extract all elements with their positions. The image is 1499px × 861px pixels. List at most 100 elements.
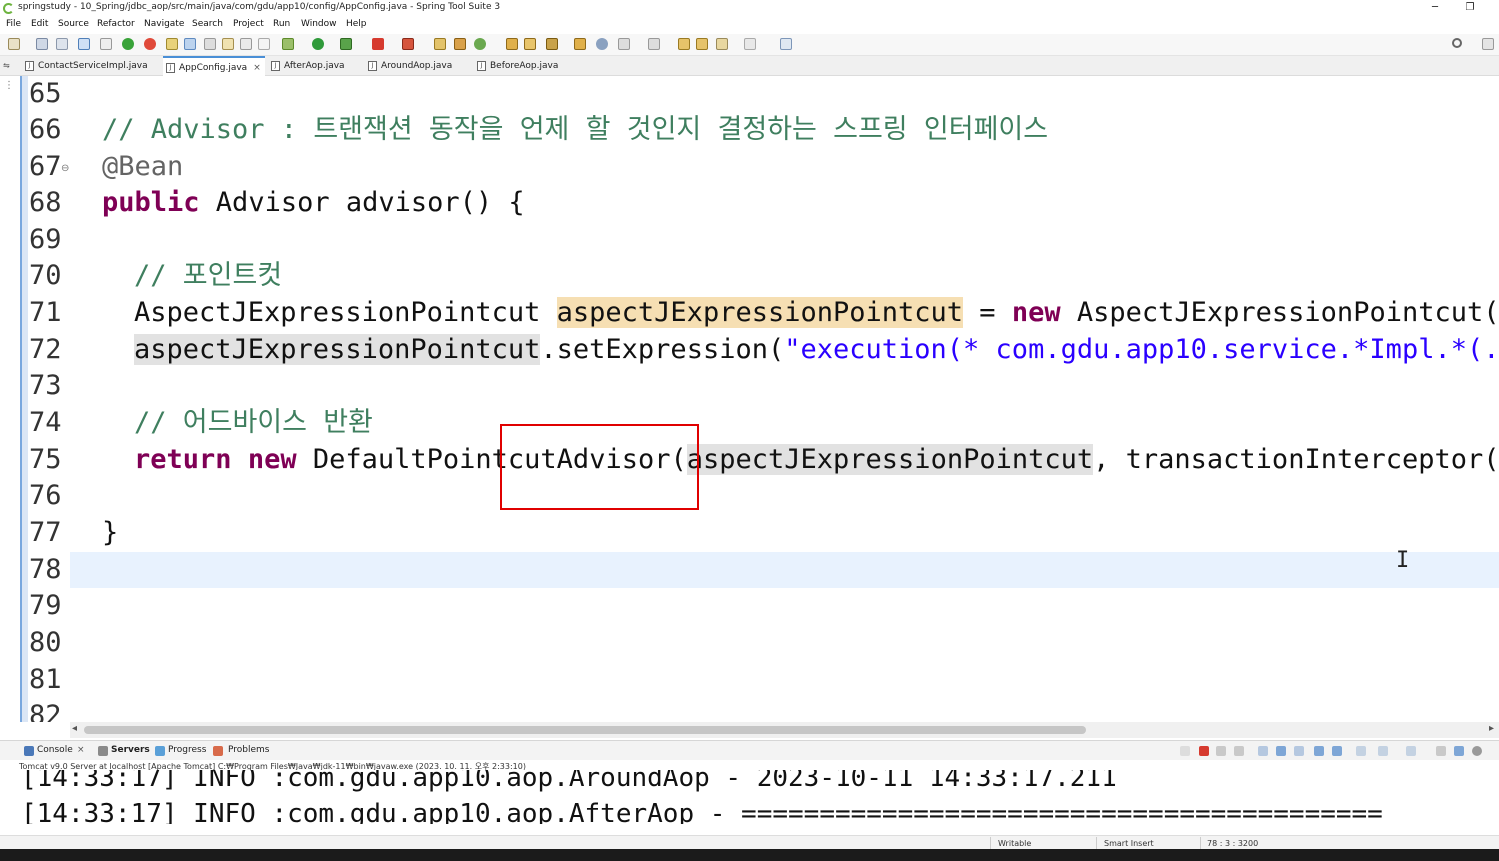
code-line-74: // 어드바이스 반환	[134, 407, 373, 438]
task-icon[interactable]	[222, 38, 234, 50]
open-console-icon[interactable]	[1406, 746, 1416, 756]
deploy-icon[interactable]	[402, 38, 414, 50]
console-output[interactable]: [14:33:17] INFO :com.gdu.app10.aop.Aroun…	[0, 770, 1499, 824]
tab-label: BeforeAop.java	[490, 61, 559, 71]
scrollbar-thumb[interactable]	[84, 726, 1086, 734]
line-number: 70	[29, 260, 62, 291]
new-icon[interactable]	[8, 38, 20, 50]
menu-edit[interactable]: Edit	[31, 19, 48, 29]
tab-contactserviceimpl[interactable]: J ContactServiceImpl.java	[22, 56, 162, 76]
open-resource-icon[interactable]	[574, 38, 586, 50]
view-menu-icon[interactable]: ⇋	[3, 61, 10, 70]
menu-navigate[interactable]: Navigate	[144, 19, 184, 29]
menu-help[interactable]: Help	[346, 19, 367, 29]
fold-collapse-icon[interactable]: ⊖	[61, 163, 69, 174]
back-icon[interactable]	[716, 38, 728, 50]
new-class-icon[interactable]	[474, 38, 486, 50]
tab-console[interactable]: Console	[37, 745, 73, 755]
restore-button[interactable]: ❐	[1455, 0, 1485, 17]
close-tab-icon[interactable]: ×	[253, 63, 261, 73]
remove-launch-icon[interactable]	[1216, 746, 1226, 756]
pilcrow-icon[interactable]	[258, 38, 270, 50]
block-select-icon[interactable]	[240, 38, 252, 50]
pin-console-icon[interactable]	[1356, 746, 1366, 756]
java-file-icon: J	[271, 61, 280, 71]
tab-aroundaop[interactable]: J AroundAop.java	[365, 56, 470, 76]
perspective-icon[interactable]	[1482, 38, 1494, 50]
keyword-token: public	[102, 187, 200, 218]
word-wrap-icon[interactable]	[1294, 746, 1304, 756]
scroll-lock-icon[interactable]	[1276, 746, 1286, 756]
prev-annotation-icon[interactable]	[648, 38, 660, 50]
clear-console-icon[interactable]	[1258, 746, 1268, 756]
show-stdout-icon[interactable]	[1314, 746, 1324, 756]
close-console-icon[interactable]: ×	[77, 745, 85, 755]
link-console-icon[interactable]	[1180, 746, 1190, 756]
open-type-icon[interactable]	[166, 38, 178, 50]
run-external-icon[interactable]	[340, 38, 352, 50]
terminal-icon[interactable]	[78, 38, 90, 50]
toggle-mark-icon[interactable]	[184, 38, 196, 50]
save-all-icon[interactable]	[56, 38, 68, 50]
stop-icon[interactable]	[372, 38, 384, 50]
current-line-highlight	[70, 552, 1499, 588]
menu-search[interactable]: Search	[192, 19, 223, 29]
line-number: 77	[29, 517, 62, 548]
line-number: 69	[29, 224, 62, 255]
run-icon[interactable]	[312, 38, 324, 50]
search-icon[interactable]	[1452, 38, 1462, 48]
status-cursor-position[interactable]: 78 : 3 : 3200	[1207, 839, 1258, 848]
save-icon[interactable]	[36, 38, 48, 50]
debug-icon[interactable]	[282, 38, 294, 50]
scroll-left-icon[interactable]: ◂	[72, 723, 77, 734]
tab-problems[interactable]: Problems	[228, 745, 269, 755]
menu-project[interactable]: Project	[233, 19, 264, 29]
last-edit-icon[interactable]	[678, 38, 690, 50]
link-icon[interactable]	[204, 38, 216, 50]
menu-window[interactable]: Window	[301, 19, 337, 29]
menu-run[interactable]: Run	[273, 19, 290, 29]
maximize-view-icon[interactable]	[1454, 746, 1464, 756]
pin-editor-icon[interactable]	[780, 38, 792, 50]
skip-breakpoints-icon[interactable]	[100, 38, 112, 50]
line-number: 80	[29, 627, 62, 658]
next-annotation-icon[interactable]	[618, 38, 630, 50]
code-editor[interactable]: ⋮ 65 66 67 ⊖ 68 69 70 71 72 73 74 75 76 …	[0, 76, 1499, 722]
status-insert-mode[interactable]: Smart Insert	[1104, 839, 1154, 848]
menu-file[interactable]: File	[6, 19, 21, 29]
display-console-icon[interactable]	[1378, 746, 1388, 756]
scroll-right-icon[interactable]: ▸	[1489, 723, 1494, 734]
new-project-icon[interactable]	[434, 38, 446, 50]
line-number: 71	[29, 297, 62, 328]
start-server-icon[interactable]	[122, 38, 134, 50]
menu-refactor[interactable]: Refactor	[97, 19, 135, 29]
tab-label: ContactServiceImpl.java	[38, 61, 148, 71]
tab-appconfig[interactable]: J AppConfig.java ×	[163, 56, 265, 76]
forward-icon[interactable]	[744, 38, 756, 50]
tab-afteraop[interactable]: J AfterAop.java	[268, 56, 362, 76]
remove-all-icon[interactable]	[1234, 746, 1244, 756]
new-package-icon[interactable]	[454, 38, 466, 50]
editor-tabs: ⇋ J ContactServiceImpl.java J AppConfig.…	[0, 56, 1499, 76]
minimize-button[interactable]: ─	[1420, 0, 1450, 17]
status-bar: Writable Smart Insert 78 : 3 : 3200	[0, 835, 1499, 849]
history-icon[interactable]	[696, 38, 708, 50]
editor-ruler[interactable]	[20, 76, 28, 722]
tab-progress[interactable]: Progress	[168, 745, 206, 755]
show-stderr-icon[interactable]	[1332, 746, 1342, 756]
open-folder-icon[interactable]	[506, 38, 518, 50]
tab-servers[interactable]: Servers	[111, 745, 150, 755]
open-file-icon[interactable]	[524, 38, 536, 50]
terminate-icon[interactable]	[1199, 746, 1209, 756]
settings-gear-icon[interactable]	[1472, 746, 1482, 756]
menu-source[interactable]: Source	[58, 19, 89, 29]
globe-icon[interactable]	[596, 38, 608, 50]
minimize-view-icon[interactable]	[1436, 746, 1446, 756]
horizontal-scrollbar[interactable]: ◂ ▸	[70, 722, 1499, 738]
code-token: =	[963, 297, 1012, 328]
pen-icon[interactable]	[546, 38, 558, 50]
line-number: 72	[29, 334, 62, 365]
tab-beforeaop[interactable]: J BeforeAop.java	[474, 56, 574, 76]
refresh-icon[interactable]	[144, 38, 156, 50]
